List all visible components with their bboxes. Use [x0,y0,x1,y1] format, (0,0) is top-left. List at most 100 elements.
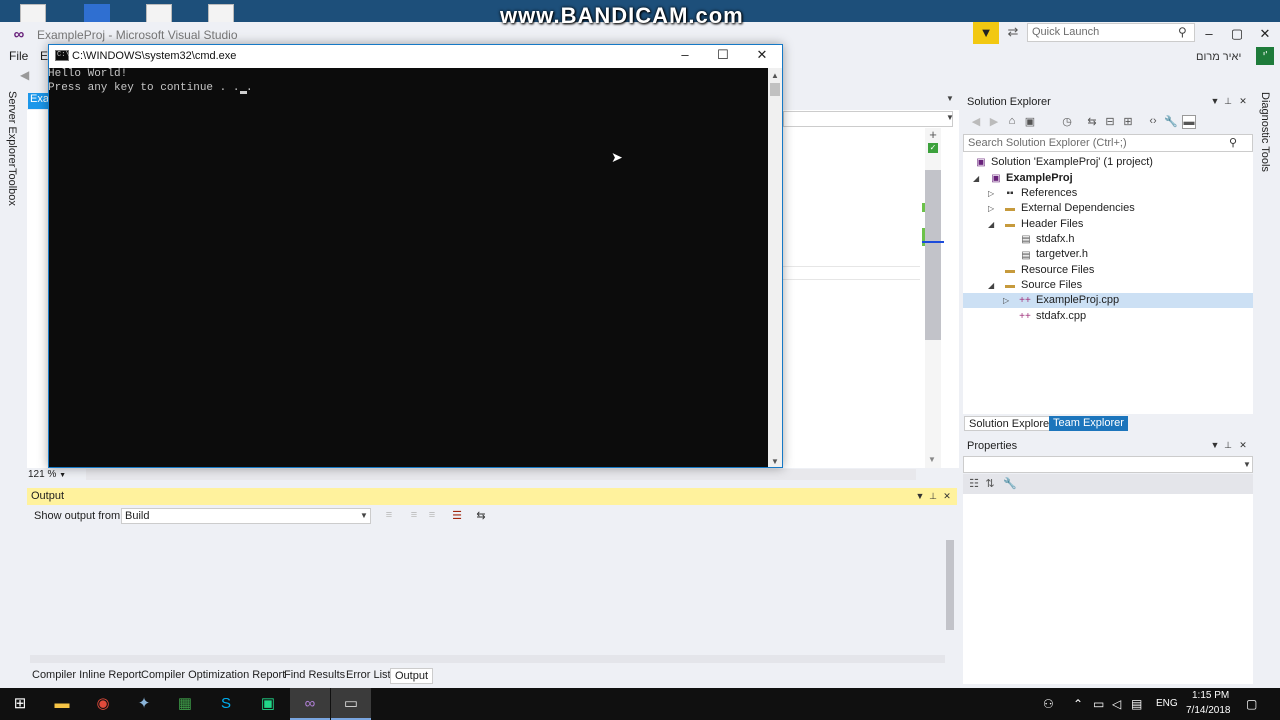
visual-studio-logo-icon[interactable]: ∞ [10,26,28,44]
app-icon[interactable]: ✦ [124,688,164,720]
properties-wrench-icon[interactable]: 🔧 [1164,115,1178,129]
close-icon[interactable]: ✕ [1237,96,1249,108]
cmd-maximize-button[interactable]: ☐ [712,47,734,65]
close-icon[interactable]: ✕ [941,491,953,503]
pin-icon[interactable]: ⊥ [927,491,939,503]
zoom-level-dropdown[interactable]: 121 % ▼ [28,469,78,481]
find-message-in-code-icon[interactable]: ≡ [382,509,396,523]
pending-changes-filter-icon[interactable]: ◷ [1060,115,1074,129]
tree-item-external-dependencies[interactable]: External Dependencies [1021,202,1135,217]
expanded-arrow-icon[interactable]: ◢ [973,174,983,183]
search-icon[interactable]: ⚲ [1178,25,1192,39]
tree-item-resource-files[interactable]: Resource Files [1021,264,1094,279]
scroll-down-arrow-icon[interactable]: ▼ [771,457,780,466]
avatar[interactable]: י' [1256,47,1274,65]
tab-error-list[interactable]: Error List [342,668,395,684]
editor-document-tab[interactable]: Exa [28,93,48,109]
alphabetical-icon[interactable]: ⇅ [983,477,997,491]
tree-item-references[interactable]: References [1021,187,1077,202]
show-hidden-icons-chevron-up-icon[interactable]: ⌃ [1073,697,1083,711]
clock-date[interactable]: 7/14/2018 [1186,705,1231,716]
diagnostic-tools-tab[interactable]: Diagnostic Tools [1259,92,1271,172]
property-pages-wrench-icon[interactable]: 🔧 [1003,477,1017,491]
user-name[interactable]: יאיר מרום [1196,51,1241,63]
forward-icon[interactable]: ▶ [987,115,1001,129]
scroll-down-arrow-icon[interactable]: ▼ [928,455,938,465]
back-icon[interactable]: ◀ [969,115,983,129]
tree-item-stdafx-cpp[interactable]: stdafx.cpp [1036,310,1086,325]
chevron-down-icon[interactable]: ▼ [1243,460,1251,469]
minimize-button[interactable]: – [1199,26,1219,42]
pin-icon[interactable]: ⊥ [1222,96,1234,108]
tab-list-dropdown-icon[interactable]: ▼ [946,94,956,106]
collapsed-arrow-icon[interactable]: ▷ [1003,296,1013,305]
tab-find-results[interactable]: Find Results [280,668,349,684]
cmd-taskbar-icon[interactable]: ▭ [331,688,371,720]
tab-solution-explorer[interactable]: Solution Explorer [964,416,1058,431]
navigate-back-icon[interactable]: ◀ [20,68,34,82]
cmd-minimize-button[interactable]: – [674,47,696,65]
tab-compiler-optimization-report[interactable]: Compiler Optimization Report [137,668,289,684]
pane-options-icon[interactable]: ▼ [1209,96,1221,108]
properties-grid[interactable] [963,494,1253,684]
output-pane-header[interactable] [27,488,957,505]
excel-icon[interactable]: ▦ [165,688,205,720]
scroll-up-arrow-icon[interactable]: ▲ [771,71,780,80]
desktop-app-icon[interactable] [84,4,110,24]
collapsed-arrow-icon[interactable]: ▷ [988,189,998,198]
scrollbar-thumb[interactable] [946,540,954,630]
collapse-all-icon[interactable]: ⊟ [1103,115,1117,129]
toggle-word-wrap-icon[interactable]: ⇆ [474,509,488,523]
network-icon[interactable]: ▤ [1131,697,1142,711]
preview-selected-icon[interactable]: ▬ [1182,115,1196,129]
scrollbar-thumb[interactable] [925,170,941,340]
pin-icon[interactable]: ⊥ [1222,440,1234,452]
skype-icon[interactable]: S [206,688,246,720]
tab-compiler-inline-report[interactable]: Compiler Inline Report [28,668,145,684]
quick-launch-input[interactable]: Quick Launch [1027,23,1195,42]
tab-team-explorer[interactable]: Team Explorer [1049,416,1128,431]
tree-item-source-files[interactable]: Source Files [1021,279,1082,294]
start-windows-icon[interactable]: ⊞ [0,688,40,720]
pane-options-icon[interactable]: ▼ [914,491,926,503]
input-language[interactable]: ENG [1156,698,1178,709]
battery-icon[interactable]: ▭ [1093,697,1104,711]
pycharm-icon[interactable]: ▣ [248,688,288,720]
output-source-dropdown[interactable]: Build [121,508,371,524]
action-center-icon[interactable]: ▢ [1246,697,1257,711]
notification-filter-icon[interactable]: ▼ [973,22,999,44]
tree-item-project[interactable]: ExampleProj [1006,172,1073,187]
visual-studio-icon[interactable]: ∞ [290,688,330,720]
tree-item-solution[interactable]: Solution 'ExampleProj' (1 project) [991,156,1153,171]
output-horizontal-scrollbar[interactable] [30,655,945,663]
scrollbar-thumb[interactable] [770,83,780,96]
categorized-icon[interactable]: ☷ [967,477,981,491]
chevron-down-icon[interactable]: ▼ [360,511,368,520]
next-message-icon[interactable]: ≡ [425,509,439,523]
expanded-arrow-icon[interactable]: ◢ [988,220,998,229]
file-explorer-icon[interactable]: ▬ [42,688,82,720]
tree-item-targetver-h[interactable]: targetver.h [1036,248,1088,263]
feedback-icon[interactable]: ⇄ [1004,24,1022,42]
tree-item-exampleproj-cpp[interactable]: ExampleProj.cpp [1036,294,1119,309]
sync-icon[interactable]: ⇆ [1085,115,1099,129]
show-all-files-icon[interactable]: ⊞ [1121,115,1135,129]
close-button[interactable]: ✕ [1255,26,1275,42]
menu-edit[interactable]: E [40,49,48,63]
cmd-app-icon[interactable]: C:\ [55,50,70,61]
volume-icon[interactable]: ◁ [1112,697,1121,711]
menu-file[interactable]: File [9,49,28,63]
desktop-file-icon[interactable] [146,4,172,24]
expanded-arrow-icon[interactable]: ◢ [988,281,998,290]
chrome-icon[interactable]: ◉ [83,688,123,720]
pane-options-icon[interactable]: ▼ [1209,440,1221,452]
people-icon[interactable]: ⚇ [1043,697,1054,711]
tree-item-stdafx-h[interactable]: stdafx.h [1036,233,1075,248]
desktop-folder-icon[interactable] [20,4,46,24]
server-explorer-tab[interactable]: Server Explorer [6,91,18,167]
split-window-icon[interactable]: + [926,128,940,142]
previous-message-icon[interactable]: ≡ [407,509,421,523]
no-issues-check-icon[interactable]: ✓ [928,143,938,153]
properties-object-dropdown[interactable] [963,456,1253,473]
clock-time[interactable]: 1:15 PM [1192,690,1229,701]
